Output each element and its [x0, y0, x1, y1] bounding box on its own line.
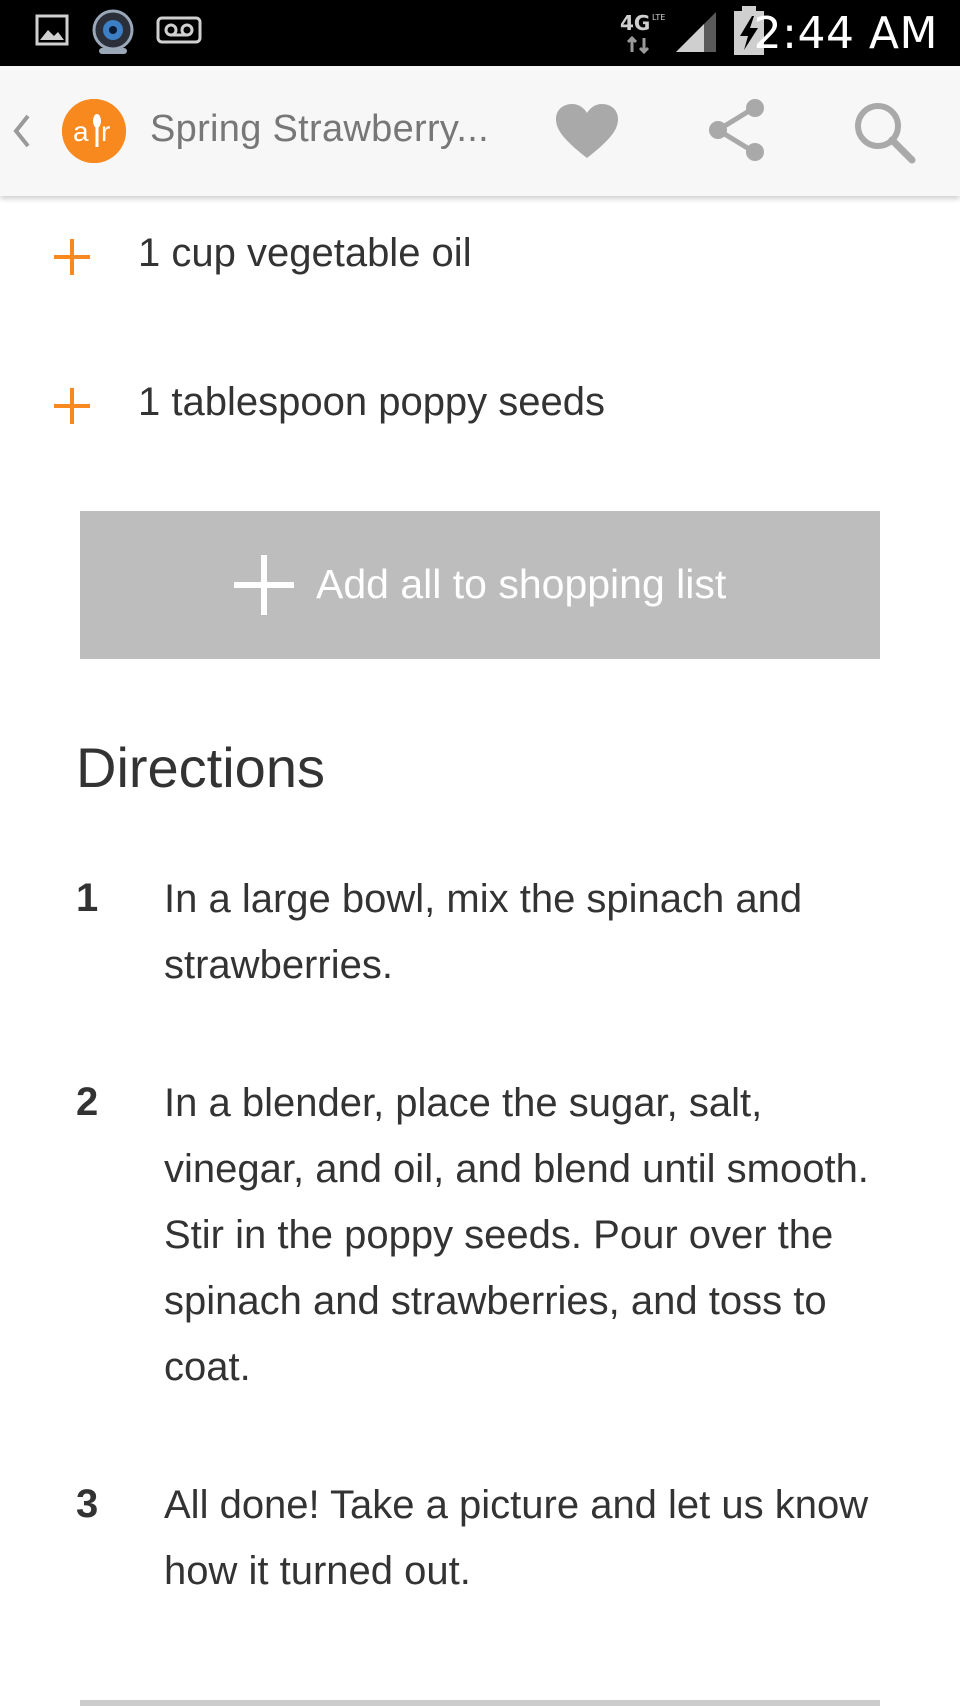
status-time: 2:44 AM — [753, 8, 938, 59]
svg-text:4G: 4G — [620, 11, 650, 35]
ingredient-text: 1 cup vegetable oil — [138, 231, 472, 275]
heart-icon[interactable] — [554, 102, 620, 162]
svg-text:LTE: LTE — [652, 13, 665, 22]
share-icon[interactable] — [706, 98, 768, 162]
back-chevron-icon[interactable] — [8, 106, 34, 156]
ingredient-item[interactable]: 1 tablespoon poppy seeds — [0, 366, 960, 446]
app-logo[interactable]: a r — [62, 99, 126, 163]
page-title: Spring Strawberry... — [150, 108, 489, 150]
add-all-to-shopping-list-button[interactable]: Add all to shopping list — [80, 511, 880, 659]
add-all-label: Add all to shopping list — [316, 561, 727, 607]
step-number: 1 — [76, 876, 99, 920]
search-icon[interactable] — [852, 100, 916, 164]
status-bar: 4G LTE 2:44 AM — [0, 0, 960, 66]
svg-text:a: a — [73, 116, 89, 147]
ingredient-text: 1 tablespoon poppy seeds — [138, 380, 606, 424]
step-number: 3 — [76, 1482, 99, 1526]
step-text: In a large bowl, mix the spinach and str… — [164, 877, 803, 987]
section-divider — [80, 1700, 880, 1706]
directions-heading: Directions — [76, 736, 325, 799]
signal-icon — [676, 10, 718, 57]
add-ingredient-plus-icon[interactable] — [52, 237, 92, 277]
ingredient-item[interactable]: 1 cup vegetable oil — [0, 217, 960, 297]
step-text: In a blender, place the sugar, salt, vin… — [164, 1081, 869, 1389]
step-text: All done! Take a picture and let us know… — [164, 1483, 869, 1593]
network-4g-icon: 4G LTE — [618, 8, 670, 63]
svg-text:r: r — [101, 116, 110, 147]
app-bar: a r Spring Strawberry... — [0, 66, 960, 196]
voicemail-icon — [156, 16, 202, 49]
plus-icon — [234, 555, 294, 615]
add-ingredient-plus-icon[interactable] — [52, 386, 92, 426]
step-number: 2 — [76, 1080, 99, 1124]
camera-icon — [88, 8, 138, 61]
image-icon — [34, 12, 70, 53]
